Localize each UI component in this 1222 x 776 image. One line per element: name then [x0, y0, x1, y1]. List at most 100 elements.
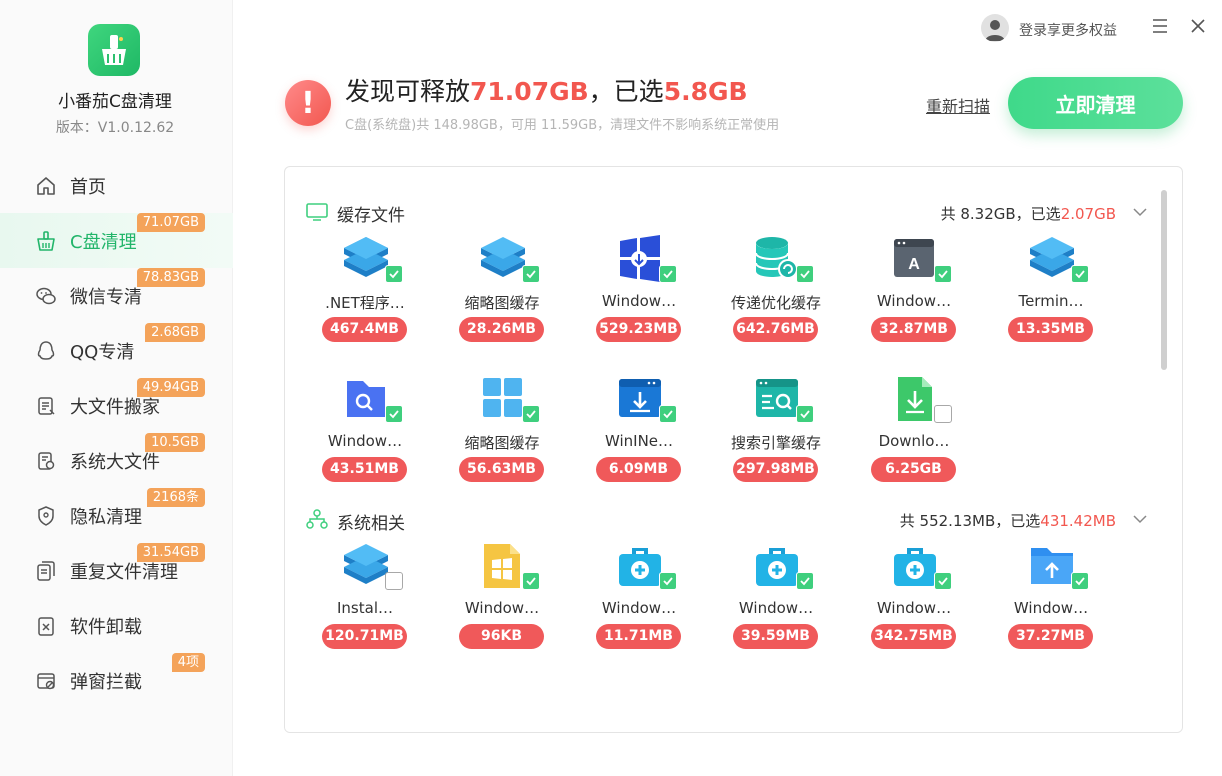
svg-text:A: A: [908, 256, 920, 273]
section-header-system[interactable]: 系统相关: [305, 508, 405, 534]
item-name: Window…: [601, 599, 677, 617]
scan-results-panel[interactable]: 缓存文件 共 8.32GB，已选2.07GB .NET程序… 467.4MB 缩…: [284, 166, 1183, 733]
item-checkbox[interactable]: [934, 265, 952, 283]
menu-icon[interactable]: [1150, 16, 1170, 36]
item-checkbox[interactable]: [522, 265, 540, 283]
sidebar-item-label: 微信专清: [70, 286, 142, 308]
clean-item[interactable]: Downlo… 6.25GB: [848, 375, 978, 505]
item-checkbox[interactable]: [934, 572, 952, 590]
login-link[interactable]: 登录享更多权益: [1019, 20, 1117, 40]
item-checkbox[interactable]: [522, 405, 540, 423]
item-size: 6.09MB: [596, 457, 681, 482]
item-checkbox[interactable]: [796, 572, 814, 590]
sidebar-badge: 71.07GB: [136, 213, 205, 232]
clean-item[interactable]: Termin… 13.35MB: [985, 235, 1115, 365]
clean-item[interactable]: 传递优化缓存 642.76MB: [710, 235, 840, 365]
clean-item[interactable]: Window… 96KB: [436, 542, 566, 672]
windows-logo-icon: [615, 235, 665, 283]
sidebar-item-popup-block[interactable]: 弹窗拦截 4项: [0, 653, 233, 708]
alert-icon: !: [285, 80, 331, 126]
item-name: Window…: [1013, 599, 1089, 617]
popup-block-icon: [34, 669, 58, 693]
sidebar-item-c-drive-clean[interactable]: C盘清理 71.07GB: [0, 213, 233, 268]
section-summary: 共 552.13MB，已选431.42MB: [900, 510, 1116, 531]
item-checkbox[interactable]: [385, 572, 403, 590]
clean-now-button[interactable]: 立即清理: [1008, 77, 1183, 129]
clean-item[interactable]: .NET程序… 467.4MB: [299, 235, 429, 365]
qq-icon: [34, 339, 58, 363]
chevron-down-icon[interactable]: [1132, 204, 1148, 220]
chevron-down-icon[interactable]: [1132, 511, 1148, 527]
medkit-icon: [890, 542, 940, 590]
clean-item[interactable]: 缩略图缓存 56.63MB: [436, 375, 566, 505]
section-title: 缓存文件: [337, 206, 405, 226]
clean-item[interactable]: WinINe… 6.09MB: [573, 375, 703, 505]
item-checkbox[interactable]: [659, 265, 677, 283]
item-checkbox[interactable]: [796, 405, 814, 423]
sidebar-item-privacy-clean[interactable]: 隐私清理 2168条: [0, 488, 233, 543]
clean-item[interactable]: Window… 37.27MB: [985, 542, 1115, 672]
item-checkbox[interactable]: [385, 405, 403, 423]
sidebar-item-uninstall[interactable]: 软件卸载: [0, 598, 233, 653]
clean-item[interactable]: Window… 342.75MB: [848, 542, 978, 672]
item-size: 39.59MB: [733, 624, 818, 649]
clean-item[interactable]: Window… 43.51MB: [299, 375, 429, 505]
scan-result-headline: 发现可释放71.07GB，已选5.8GB: [345, 72, 748, 108]
sidebar-item-system-large-file[interactable]: 系统大文件 10.5GB: [0, 433, 233, 488]
duplicate-file-icon: [34, 559, 58, 583]
download-file-icon: [890, 375, 940, 423]
item-size: 529.23MB: [596, 317, 681, 342]
sidebar-item-duplicate-clean[interactable]: 重复文件清理 31.54GB: [0, 543, 233, 598]
sidebar-item-label: 首页: [70, 176, 106, 198]
app-name: 小番茄C盘清理: [58, 92, 172, 112]
stack-icon: [478, 235, 528, 283]
sidebar-item-home[interactable]: 首页: [0, 158, 233, 213]
item-checkbox[interactable]: [659, 405, 677, 423]
total-releasable: 71.07GB: [470, 77, 589, 106]
monitor-icon: [305, 202, 329, 226]
sidebar-item-qq-clean[interactable]: QQ专清 2.68GB: [0, 323, 233, 378]
app-version: 版本：V1.0.12.62: [55, 120, 175, 136]
item-name: Instal…: [337, 599, 393, 617]
item-name: 缩略图缓存: [464, 434, 540, 452]
windows-file-icon: [478, 542, 528, 590]
sidebar-item-label: 隐私清理: [70, 506, 142, 528]
clean-item[interactable]: Window… 39.59MB: [710, 542, 840, 672]
item-name: Termin…: [1018, 292, 1084, 310]
sidebar-item-wechat-clean[interactable]: 微信专清 78.83GB: [0, 268, 233, 323]
database-refresh-icon: [752, 235, 802, 283]
shield-icon: [34, 504, 58, 528]
item-checkbox[interactable]: [659, 572, 677, 590]
stack-icon: [341, 542, 391, 590]
item-checkbox[interactable]: [934, 405, 952, 423]
clean-item[interactable]: 缩略图缓存 28.26MB: [436, 235, 566, 365]
item-name: .NET程序…: [325, 294, 405, 312]
item-name: Window…: [876, 292, 952, 310]
clean-item[interactable]: A Window… 32.87MB: [848, 235, 978, 365]
rescan-link[interactable]: 重新扫描: [926, 93, 990, 117]
item-size: 13.35MB: [1008, 317, 1093, 342]
item-checkbox[interactable]: [385, 265, 403, 283]
clean-item[interactable]: Window… 11.71MB: [573, 542, 703, 672]
section-header-cache[interactable]: 缓存文件: [305, 201, 405, 226]
upload-folder-icon: [1027, 542, 1077, 590]
sidebar-badge: 2.68GB: [145, 323, 205, 342]
item-size: 32.87MB: [871, 317, 956, 342]
clean-item[interactable]: 搜索引擎缓存 297.98MB: [710, 375, 840, 505]
item-checkbox[interactable]: [522, 572, 540, 590]
panel-scrollbar[interactable]: [1161, 190, 1167, 370]
item-checkbox[interactable]: [1071, 265, 1089, 283]
item-checkbox[interactable]: [796, 265, 814, 283]
stack-icon: [341, 235, 391, 283]
item-size: 11.71MB: [596, 624, 681, 649]
item-checkbox[interactable]: [1071, 572, 1089, 590]
close-icon[interactable]: [1188, 16, 1208, 36]
clean-item[interactable]: Instal… 120.71MB: [299, 542, 429, 672]
sidebar-item-large-file-move[interactable]: 大文件搬家 49.94GB: [0, 378, 233, 433]
disk-info: C盘(系统盘)共 148.98GB，可用 11.59GB，清理文件不影响系统正常…: [345, 118, 780, 133]
clean-item[interactable]: Window… 529.23MB: [573, 235, 703, 365]
app-window: 小番茄C盘清理 版本：V1.0.12.62 首页 C盘清理 71.07GB 微信…: [0, 0, 1222, 776]
user-avatar-icon[interactable]: [981, 14, 1009, 42]
font-window-icon: A: [890, 235, 940, 283]
sidebar-badge: 78.83GB: [136, 268, 205, 287]
